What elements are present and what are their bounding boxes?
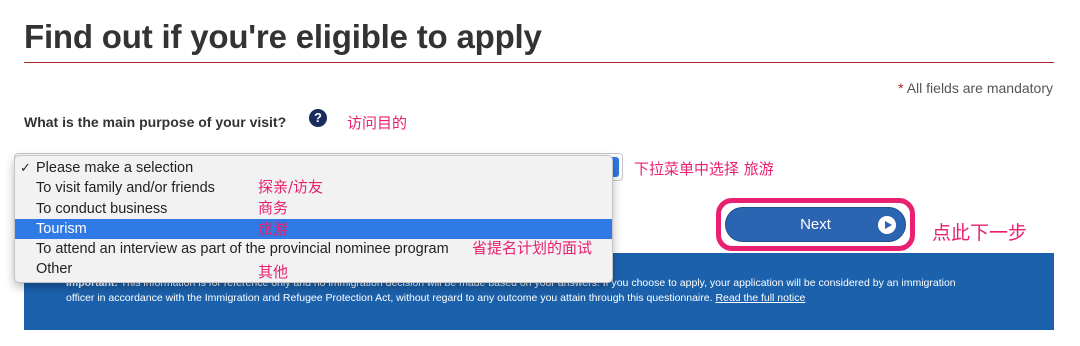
next-button[interactable]: Next xyxy=(725,207,906,242)
option-label: To visit family and/or friends xyxy=(36,180,215,197)
mandatory-note: * All fields are mandatory xyxy=(898,80,1053,96)
option-business[interactable]: To conduct business xyxy=(15,199,612,219)
notice-line-2: officer in accordance with the Immigrati… xyxy=(66,291,805,306)
help-icon[interactable]: ? xyxy=(309,109,327,127)
play-circle-icon xyxy=(878,216,896,234)
annotation-next: 点此下一步 xyxy=(932,222,1028,244)
title-divider xyxy=(24,62,1054,63)
checkmark-icon: ✓ xyxy=(20,160,31,175)
read-full-notice-link[interactable]: Read the full notice xyxy=(715,292,805,304)
annotation-select-tourism: 下拉菜单中选择 旅游 xyxy=(634,160,774,178)
mandatory-text: All fields are mandatory xyxy=(903,80,1053,96)
annotation-tourism: 旅游 xyxy=(258,220,289,238)
page-title: Find out if you're eligible to apply xyxy=(24,18,542,55)
purpose-dropdown-menu[interactable]: ✓ Please make a selection To visit family… xyxy=(14,155,613,283)
option-label: Tourism xyxy=(36,220,87,237)
annotation-interview: 省提名计划的面试 xyxy=(472,239,593,257)
option-label: To conduct business xyxy=(36,200,168,217)
annotation-family: 探亲/访友 xyxy=(258,178,324,196)
option-other[interactable]: Other xyxy=(15,259,612,279)
annotation-business: 商务 xyxy=(258,199,289,217)
option-label: Other xyxy=(36,261,73,278)
next-button-label: Next xyxy=(800,216,831,233)
purpose-question-label: What is the main purpose of your visit? xyxy=(24,114,287,130)
option-label: To attend an interview as part of the pr… xyxy=(36,241,449,258)
notice-text-2: officer in accordance with the Immigrati… xyxy=(66,292,716,304)
option-label: Please make a selection xyxy=(36,160,194,176)
annotation-other: 其他 xyxy=(258,263,289,281)
annotation-purpose: 访问目的 xyxy=(347,114,408,132)
